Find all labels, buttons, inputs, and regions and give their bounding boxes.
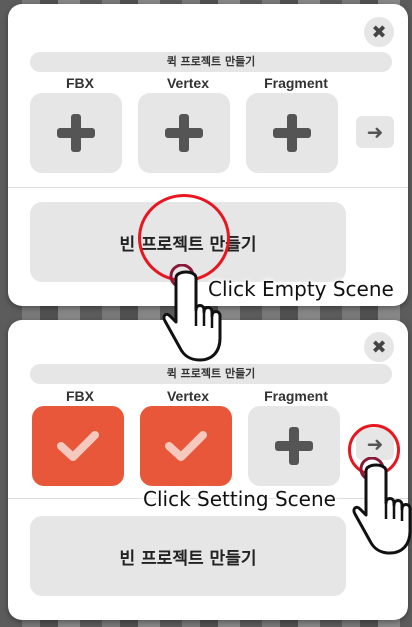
- empty-project-button[interactable]: 빈 프로젝트 만들기: [30, 516, 346, 596]
- slot-label-fragment: Fragment: [264, 75, 328, 91]
- divider: [8, 187, 408, 188]
- check-icon: [165, 431, 207, 461]
- next-arrow-button[interactable]: ➜: [356, 116, 394, 148]
- tutorial-callout: Click Empty Scene: [208, 277, 394, 301]
- plus-icon: [275, 427, 313, 465]
- quick-project-dialog-bottom: ✖ 퀵 프로젝트 만들기 FBX Vertex Fragment ➜ 빈 프로젝…: [8, 320, 408, 620]
- vertex-slot-button[interactable]: [140, 406, 232, 486]
- plus-icon: [57, 114, 95, 152]
- tutorial-callout: Click Setting Scene: [143, 487, 336, 511]
- section-title: 퀵 프로젝트 만들기: [30, 364, 392, 384]
- section-title: 퀵 프로젝트 만들기: [30, 52, 392, 72]
- pointing-hand-icon: [352, 457, 412, 555]
- fragment-slot-button[interactable]: [246, 93, 338, 173]
- fbx-slot-button[interactable]: [30, 93, 122, 173]
- vertex-slot-button[interactable]: [138, 93, 230, 173]
- fbx-slot-button[interactable]: [32, 406, 124, 486]
- slot-label-vertex: Vertex: [166, 388, 210, 404]
- slot-label-vertex: Vertex: [166, 75, 210, 91]
- pointing-hand-icon: [162, 264, 222, 362]
- slot-label-fbx: FBX: [66, 388, 94, 404]
- slot-label-fragment: Fragment: [264, 388, 328, 404]
- fragment-slot-button[interactable]: [248, 406, 340, 486]
- close-icon[interactable]: ✖: [364, 332, 394, 362]
- arrow-right-icon: ➜: [366, 120, 384, 144]
- plus-icon: [165, 114, 203, 152]
- close-icon[interactable]: ✖: [364, 17, 394, 47]
- slot-label-fbx: FBX: [66, 75, 94, 91]
- plus-icon: [273, 114, 311, 152]
- check-icon: [57, 431, 99, 461]
